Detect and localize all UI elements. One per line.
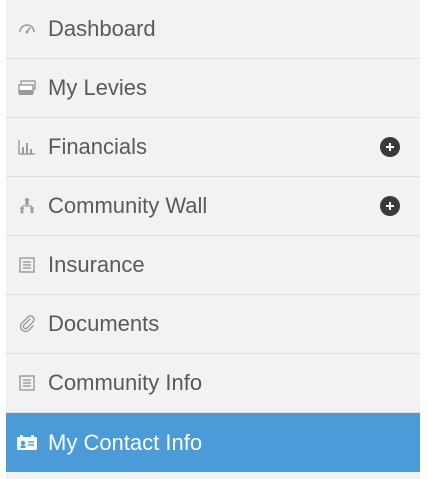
people-hierarchy-icon <box>16 195 38 217</box>
document-list-icon <box>16 372 38 394</box>
sidebar-item-label: Community Wall <box>48 193 208 218</box>
sidebar-item-label: My Levies <box>48 75 148 100</box>
sidebar-item-label: Dashboard <box>48 16 156 41</box>
sidebar-item-dashboard[interactable]: Dashboard <box>6 0 420 59</box>
contact-card-icon <box>16 432 38 454</box>
sidebar-item-my-levies[interactable]: My Levies <box>6 59 420 118</box>
sidebar-item-label: My Contact Info <box>48 429 203 455</box>
sidebar-item-label: Insurance <box>48 252 145 277</box>
bar-chart-icon <box>16 136 38 158</box>
sidebar-item-documents[interactable]: Documents <box>6 295 420 354</box>
sidebar-item-my-contact-info[interactable]: My Contact Info <box>6 413 420 472</box>
sidebar-item-community-info[interactable]: Community Info <box>6 354 420 413</box>
stacked-money-icon <box>16 77 38 99</box>
sidebar-item-label: Financials <box>48 134 148 159</box>
paperclip-icon <box>16 313 38 335</box>
dashboard-gauge-icon <box>16 18 38 40</box>
sidebar-item-insurance[interactable]: Insurance <box>6 236 420 295</box>
sidebar-item-financials[interactable]: Financials <box>6 118 420 177</box>
expand-plus-icon[interactable] <box>380 196 400 216</box>
document-list-icon <box>16 254 38 276</box>
sidebar-item-label: Community Info <box>48 370 203 395</box>
sidebar-menu: Dashboard My Levies Financials Community… <box>6 0 420 479</box>
sidebar-item-community-wall[interactable]: Community Wall <box>6 177 420 236</box>
expand-plus-icon[interactable] <box>380 137 400 157</box>
sidebar-item-label: Documents <box>48 311 160 336</box>
